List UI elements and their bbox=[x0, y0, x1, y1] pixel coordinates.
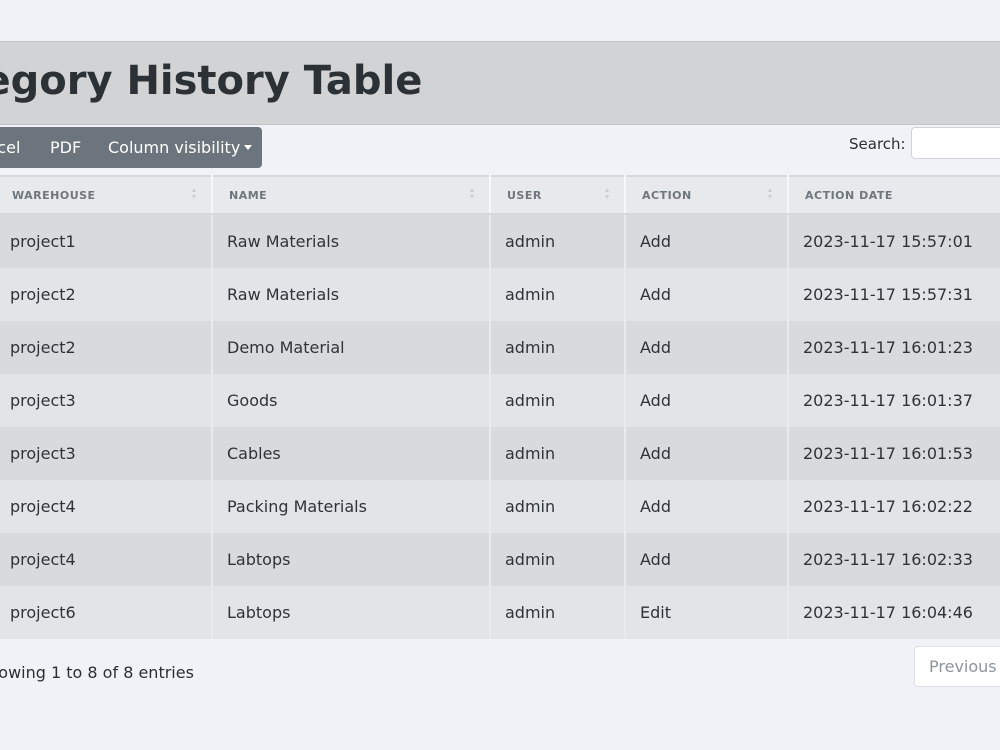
column-header-name[interactable]: NAME bbox=[212, 175, 491, 215]
cell-action: Add bbox=[625, 533, 789, 586]
cell-user: admin bbox=[490, 533, 626, 586]
table-row: project4 Labtops admin Add 2023-11-17 16… bbox=[0, 533, 1000, 586]
excel-button[interactable]: Excel bbox=[0, 127, 20, 168]
sort-icon bbox=[604, 187, 610, 201]
table-row: project6 Labtops admin Edit 2023-11-17 1… bbox=[0, 586, 1000, 639]
page-title: Category History Table bbox=[0, 58, 423, 104]
cell-warehouse: project1 bbox=[0, 214, 213, 268]
cell-warehouse: project3 bbox=[0, 427, 213, 480]
cell-name: Demo Material bbox=[212, 321, 491, 374]
cell-name: Labtops bbox=[212, 533, 491, 586]
table-row: project2 Demo Material admin Add 2023-11… bbox=[0, 321, 1000, 374]
cell-name: Raw Materials bbox=[212, 214, 491, 268]
cell-warehouse: project4 bbox=[0, 480, 213, 533]
cell-action: Add bbox=[625, 427, 789, 480]
cell-action: Add bbox=[625, 374, 789, 427]
table-info-text: Showing 1 to 8 of 8 entries bbox=[0, 663, 194, 682]
cell-action-date: 2023-11-17 16:01:23 bbox=[788, 321, 1000, 374]
cell-action: Add bbox=[625, 480, 789, 533]
cell-action-date: 2023-11-17 16:02:33 bbox=[788, 533, 1000, 586]
cell-user: admin bbox=[490, 427, 626, 480]
table-header-row: WAREHOUSE NAME USER ACTION ACTION DATE bbox=[0, 175, 1000, 215]
cell-warehouse: project3 bbox=[0, 374, 213, 427]
cell-name: Labtops bbox=[212, 586, 491, 639]
sort-icon bbox=[469, 187, 475, 201]
cell-action-date: 2023-11-17 16:01:37 bbox=[788, 374, 1000, 427]
cell-user: admin bbox=[490, 321, 626, 374]
caret-down-icon bbox=[244, 145, 253, 150]
cell-action-date: 2023-11-17 16:04:46 bbox=[788, 586, 1000, 639]
pdf-button[interactable]: PDF bbox=[50, 127, 81, 168]
sort-icon bbox=[767, 187, 773, 201]
column-header-action-date[interactable]: ACTION DATE bbox=[788, 175, 1000, 215]
cell-name: Goods bbox=[212, 374, 491, 427]
cell-user: admin bbox=[490, 480, 626, 533]
cell-user: admin bbox=[490, 586, 626, 639]
cell-user: admin bbox=[490, 268, 626, 321]
table-row: project1 Raw Materials admin Add 2023-11… bbox=[0, 214, 1000, 268]
cell-action-date: 2023-11-17 16:01:53 bbox=[788, 427, 1000, 480]
column-visibility-label: Column visibility bbox=[108, 138, 241, 157]
cell-name: Raw Materials bbox=[212, 268, 491, 321]
cell-action-date: 2023-11-17 15:57:31 bbox=[788, 268, 1000, 321]
cell-warehouse: project6 bbox=[0, 586, 213, 639]
search-input[interactable] bbox=[911, 127, 1000, 159]
cell-user: admin bbox=[490, 374, 626, 427]
table-row: project4 Packing Materials admin Add 202… bbox=[0, 480, 1000, 533]
cell-warehouse: project4 bbox=[0, 533, 213, 586]
cell-action-date: 2023-11-17 15:57:01 bbox=[788, 214, 1000, 268]
table-row: project3 Goods admin Add 2023-11-17 16:0… bbox=[0, 374, 1000, 427]
table-row: project2 Raw Materials admin Add 2023-11… bbox=[0, 268, 1000, 321]
cell-warehouse: project2 bbox=[0, 268, 213, 321]
cell-action: Add bbox=[625, 321, 789, 374]
cell-action-date: 2023-11-17 16:02:22 bbox=[788, 480, 1000, 533]
previous-page-button[interactable]: Previous bbox=[914, 646, 1000, 687]
export-button-group: Excel PDF Column visibility bbox=[0, 127, 262, 168]
cell-name: Cables bbox=[212, 427, 491, 480]
cell-action: Add bbox=[625, 268, 789, 321]
page: Category History Table Excel PDF Column … bbox=[0, 0, 1000, 750]
sort-icon bbox=[191, 187, 197, 201]
cell-action: Add bbox=[625, 214, 789, 268]
cell-user: admin bbox=[490, 214, 626, 268]
table-row: project3 Cables admin Add 2023-11-17 16:… bbox=[0, 427, 1000, 480]
cell-name: Packing Materials bbox=[212, 480, 491, 533]
category-history-table: WAREHOUSE NAME USER ACTION ACTION DATE p… bbox=[0, 175, 1000, 639]
history-table-container: WAREHOUSE NAME USER ACTION ACTION DATE p… bbox=[0, 175, 1000, 639]
column-visibility-button[interactable]: Column visibility bbox=[108, 127, 253, 168]
cell-action: Edit bbox=[625, 586, 789, 639]
column-header-user[interactable]: USER bbox=[490, 175, 626, 215]
search-label: Search: bbox=[849, 135, 906, 153]
column-header-action[interactable]: ACTION bbox=[625, 175, 789, 215]
column-header-warehouse[interactable]: WAREHOUSE bbox=[0, 175, 213, 215]
cell-warehouse: project2 bbox=[0, 321, 213, 374]
